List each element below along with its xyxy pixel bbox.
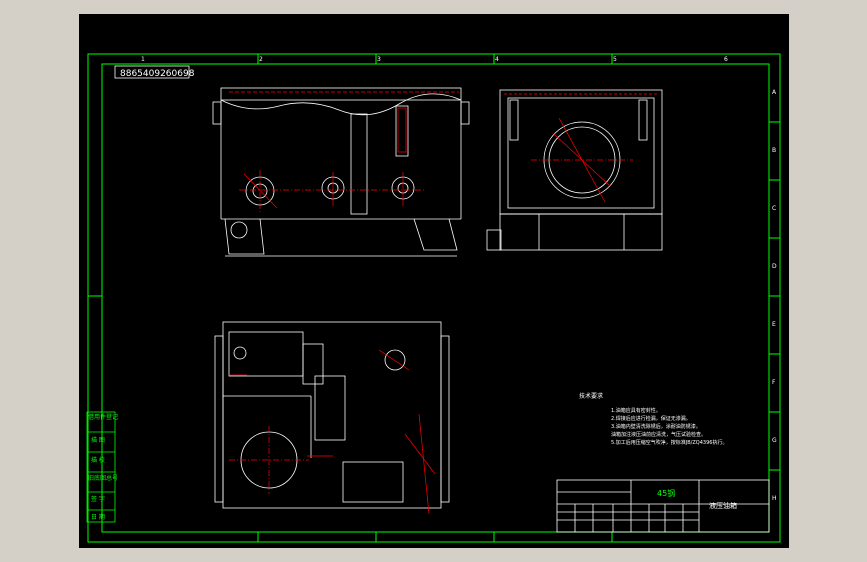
- tech-requirements: 技术要求 1.油箱应具有密封性。 2.焊接后应进行检漏，保证无渗漏。 3.油箱内…: [579, 392, 727, 446]
- tech-requirement-3: 3.油箱内壁清洗除锈后，涂耐油防锈漆。: [611, 423, 701, 430]
- left-label-0: 借用件登记: [88, 413, 118, 421]
- top-view: [214, 321, 450, 509]
- tech-requirement-1: 1.油箱应具有密封性。: [611, 407, 661, 414]
- row-marker-a: A: [772, 89, 777, 96]
- cad-drawing-canvas[interactable]: 1 2 3 4 5 6 A B C D E F G H 886540926069…: [79, 14, 789, 548]
- row-marker-g: G: [772, 437, 777, 444]
- outer-frame: [87, 53, 781, 543]
- material-label: 45钢: [657, 488, 675, 498]
- col-marker-5: 5: [613, 56, 617, 63]
- left-label-5: 日 期: [91, 513, 105, 521]
- col-marker-6: 6: [724, 56, 728, 63]
- tech-requirements-heading: 技术要求: [579, 392, 603, 400]
- left-title-strip: [86, 411, 116, 523]
- tech-requirement-4: 油箱加注液压油前应清洗，气压试验检查。: [611, 431, 706, 438]
- col-marker-2: 2: [259, 56, 263, 63]
- col-marker-1: 1: [141, 56, 145, 63]
- left-label-4: 签 字: [91, 495, 105, 503]
- top-view-dimensions: [229, 349, 436, 515]
- tech-requirement-2: 2.焊接后应进行检漏，保证无渗漏。: [611, 415, 691, 422]
- left-label-3: 旧底图总号: [88, 474, 118, 482]
- row-marker-d: D: [772, 263, 777, 270]
- front-view-dimensions: [229, 91, 459, 212]
- column-markers: [257, 54, 613, 542]
- left-label-2: 描 校: [91, 456, 105, 464]
- drawing-sheet: 1 2 3 4 5 6 A B C D E F G H 886540926069…: [86, 53, 781, 543]
- part-name-label: 液压油箱: [709, 501, 737, 510]
- side-view: [486, 89, 663, 251]
- inner-frame: [101, 63, 770, 533]
- row-marker-b: B: [772, 147, 776, 154]
- row-marker-c: C: [772, 205, 776, 212]
- left-label-1: 描 图: [91, 436, 105, 444]
- title-block: [556, 479, 770, 533]
- drawing-code: 8865409260698: [120, 69, 195, 79]
- col-marker-4: 4: [495, 56, 499, 63]
- col-marker-3: 3: [377, 56, 381, 63]
- row-marker-e: E: [772, 321, 776, 328]
- side-view-dimensions: [504, 93, 659, 203]
- row-marker-h: H: [772, 495, 777, 502]
- tech-requirement-5: 5.加工后用压缩空气吹净，按标准JB/ZQ4396执行。: [611, 439, 727, 446]
- row-marker-f: F: [772, 379, 776, 386]
- front-view: [212, 87, 470, 257]
